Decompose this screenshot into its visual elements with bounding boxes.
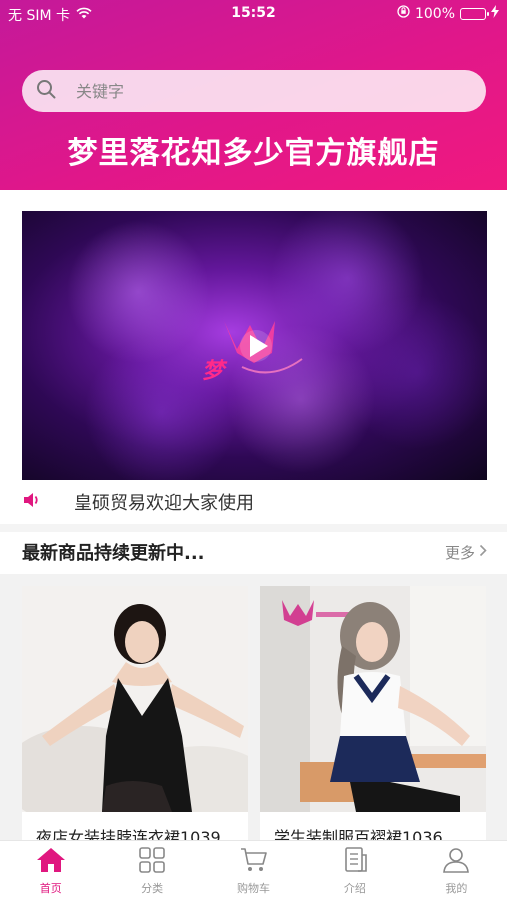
status-bar: 无 SIM 卡 15:52 100% [0, 0, 507, 28]
more-label: 更多 [444, 543, 475, 562]
video-banner[interactable]: 梦 [22, 211, 487, 480]
play-icon[interactable] [239, 329, 273, 363]
tab-label: 介绍 [343, 882, 366, 895]
product-card[interactable]: 学生装制服百褶裙1036 [260, 586, 486, 840]
tab-me[interactable]: 我的 [406, 841, 507, 900]
store-title: 梦里落花知多少官方旗舰店 [67, 136, 440, 171]
battery-percent: 100% [414, 5, 455, 22]
product-image[interactable] [22, 586, 248, 812]
notice-bar: 皇硕贸易欢迎大家使用 [22, 488, 487, 516]
tab-home[interactable]: 首页 [0, 841, 101, 900]
product-name: 夜店女装挂脖连衣裙1039 [36, 828, 221, 840]
document-icon [340, 847, 370, 877]
tab-category[interactable]: 分类 [101, 841, 202, 900]
tab-label: 首页 [39, 882, 62, 895]
search-bar[interactable] [22, 70, 486, 112]
notice-text: 皇硕贸易欢迎大家使用 [74, 493, 254, 514]
tab-label: 购物车 [237, 882, 271, 895]
tab-intro[interactable]: 介绍 [304, 841, 405, 900]
battery-icon [460, 7, 489, 20]
search-icon [36, 79, 56, 103]
section-header: 最新商品持续更新中... 更多 [22, 538, 487, 566]
chevron-right-icon [479, 543, 487, 561]
section-title: 最新商品持续更新中... [22, 543, 205, 564]
search-input[interactable] [76, 81, 436, 101]
product-name: 学生装制服百褶裙1036 [274, 828, 443, 840]
orientation-lock-icon [397, 5, 410, 22]
grid-icon [137, 847, 167, 877]
tab-bar: 首页 分类 购物车 介绍 我的 [0, 840, 507, 900]
tab-cart[interactable]: 购物车 [203, 841, 304, 900]
charging-icon [491, 5, 499, 22]
product-card[interactable]: 夜店女装挂脖连衣裙1039 [22, 586, 248, 840]
cart-icon [239, 847, 269, 877]
speaker-icon [22, 491, 42, 513]
home-icon [36, 847, 66, 877]
product-image[interactable] [260, 586, 486, 812]
tab-label: 我的 [445, 882, 468, 895]
user-icon [441, 847, 471, 877]
banner-logo-text: 梦 [202, 358, 225, 384]
status-right: 100% [397, 5, 499, 22]
tab-label: 分类 [141, 882, 164, 895]
header: 无 SIM 卡 15:52 100% 关键字 梦里落花知多少官方旗舰店 [0, 0, 507, 190]
more-link[interactable]: 更多 [445, 542, 487, 563]
divider [0, 524, 507, 532]
